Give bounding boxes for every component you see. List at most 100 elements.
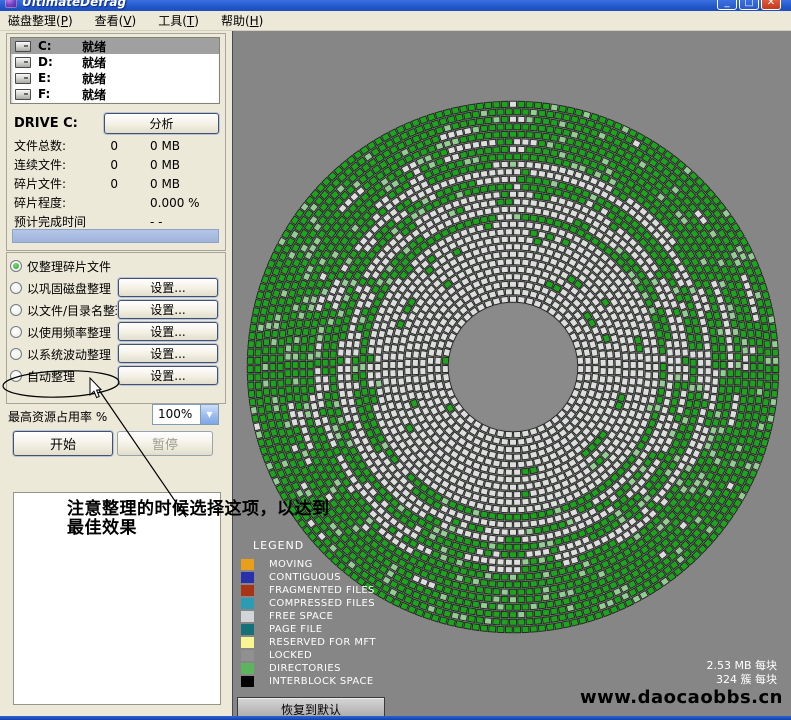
- drive-letter: E:: [38, 71, 82, 85]
- method-option-5[interactable]: 以系统波动整理设置...: [10, 343, 223, 365]
- drive-title: DRIVE C:: [14, 116, 78, 131]
- drive-icon: [15, 41, 31, 52]
- stat-size: 0 MB: [150, 139, 180, 153]
- resource-usage-value: 100%: [153, 405, 200, 424]
- legend-swatch-interblock-space: [241, 676, 254, 687]
- legend-row: PAGE FILE: [241, 623, 376, 636]
- legend-swatch-page-file: [241, 624, 254, 635]
- legend-swatch-fragmented-files: [241, 585, 254, 596]
- settings-button-6[interactable]: 设置...: [118, 366, 218, 385]
- resource-usage-label: 最高资源占用率 %: [8, 408, 107, 425]
- method-option-4[interactable]: 以使用频率整理设置...: [10, 321, 223, 343]
- legend-swatch-moving: [241, 559, 254, 570]
- legend-label: LOCKED: [269, 650, 312, 661]
- pause-button[interactable]: 暂停: [117, 431, 213, 456]
- watermark-text: www.daocaobbs.cn: [580, 687, 783, 708]
- legend-row: INTERBLOCK SPACE: [241, 675, 376, 688]
- legend-row: MOVING: [241, 558, 376, 571]
- method-option-label: 仅整理碎片文件: [27, 258, 111, 275]
- titlebar: UltimateDefrag: [0, 0, 791, 11]
- method-option-1[interactable]: 仅整理碎片文件: [10, 255, 223, 277]
- legend-row: DIRECTORIES: [241, 662, 376, 675]
- settings-button-5[interactable]: 设置...: [118, 344, 218, 363]
- legend-row: RESERVED FOR MFT: [241, 636, 376, 649]
- chevron-down-icon[interactable]: ▼: [200, 405, 218, 424]
- legend-row: CONTIGUOUS: [241, 571, 376, 584]
- ultimatedefrag-window: { "window": { "title": "UltimateDefrag" …: [0, 0, 791, 720]
- close-button[interactable]: ✕: [761, 0, 781, 10]
- minimize-button[interactable]: _: [717, 0, 737, 10]
- resource-usage-combobox[interactable]: 100% ▼: [152, 404, 219, 425]
- menu-tools[interactable]: 工具(T): [158, 12, 199, 29]
- stat-row: 碎片程度:0.000 %: [14, 193, 220, 212]
- legend-row: FRAGMENTED FILES: [241, 584, 376, 597]
- stat-size: 0.000 %: [150, 196, 200, 210]
- legend-swatch-free-space: [241, 611, 254, 622]
- drive-status: 就绪: [82, 86, 106, 103]
- menu-disk-defrag[interactable]: 磁盘整理(P): [8, 12, 73, 29]
- drive-status: 就绪: [82, 54, 106, 71]
- radio-button[interactable]: [10, 260, 22, 272]
- legend-label: MOVING: [269, 559, 313, 570]
- defrag-method-options: 仅整理碎片文件以巩固磁盘整理设置...以文件/目录名整理设置...以使用频率整理…: [10, 255, 223, 387]
- disk-panel: LEGEND MOVING CONTIGUOUS FRAGMENTED FILESC…: [232, 30, 791, 716]
- drive-letter: D:: [38, 55, 82, 69]
- stat-size: 0 MB: [150, 158, 180, 172]
- legend-swatch-compressed-files: [241, 598, 254, 609]
- drive-row-c[interactable]: C:就绪: [11, 38, 219, 54]
- restore-defaults-button[interactable]: 恢复到默认: [237, 697, 385, 716]
- start-button[interactable]: 开始: [13, 431, 113, 456]
- drive-icon: [15, 73, 31, 84]
- method-option-label: 以使用频率整理: [27, 324, 111, 341]
- settings-button-2[interactable]: 设置...: [118, 278, 218, 297]
- radio-button[interactable]: [10, 348, 22, 360]
- drive-status: 就绪: [82, 38, 106, 55]
- drive-listbox[interactable]: C:就绪D:就绪E:就绪F:就绪: [10, 37, 220, 104]
- radio-button[interactable]: [10, 370, 22, 382]
- app-icon: [5, 0, 17, 8]
- drive-row-e[interactable]: E:就绪: [11, 70, 219, 86]
- menu-help[interactable]: 帮助(H): [221, 12, 263, 29]
- legend-label: FREE SPACE: [269, 611, 333, 622]
- stat-row: 文件总数:00 MB: [14, 136, 220, 155]
- legend: LEGEND MOVING CONTIGUOUS FRAGMENTED FILESC…: [241, 539, 376, 688]
- method-option-label: 以巩固磁盘整理: [27, 280, 111, 297]
- stat-label: 文件总数:: [14, 137, 102, 154]
- method-option-2[interactable]: 以巩固磁盘整理设置...: [10, 277, 223, 299]
- analyze-button[interactable]: 分析: [104, 113, 219, 134]
- drive-icon: [15, 89, 31, 100]
- annotation-line-1: 注意整理的时候选择这项，以达到: [67, 500, 367, 519]
- legend-label: FRAGMENTED FILES: [269, 585, 375, 596]
- drive-letter: F:: [38, 87, 82, 101]
- legend-row: LOCKED: [241, 649, 376, 662]
- stat-label: 预计完成时间: [14, 213, 102, 230]
- radio-button[interactable]: [10, 304, 22, 316]
- window-title: UltimateDefrag: [22, 0, 126, 9]
- drive-row-f[interactable]: F:就绪: [11, 86, 219, 102]
- drive-status: 就绪: [82, 70, 106, 87]
- stat-size: - -: [150, 215, 162, 229]
- radio-button[interactable]: [10, 326, 22, 338]
- menu-view[interactable]: 查看(V): [95, 12, 137, 29]
- window-bottom-border: [0, 716, 791, 720]
- settings-button-3[interactable]: 设置...: [118, 300, 218, 319]
- radio-button[interactable]: [10, 282, 22, 294]
- cluster-size-text: 324 簇 每块: [706, 673, 777, 687]
- drive-row-d[interactable]: D:就绪: [11, 54, 219, 70]
- menubar: 磁盘整理(P) 查看(V) 工具(T) 帮助(H): [0, 11, 791, 31]
- method-option-6[interactable]: 自动整理设置...: [10, 365, 223, 387]
- legend-label: RESERVED FOR MFT: [269, 637, 376, 648]
- legend-label: CONTIGUOUS: [269, 572, 341, 583]
- drive-icon: [15, 57, 31, 68]
- legend-title: LEGEND: [253, 539, 376, 552]
- method-option-3[interactable]: 以文件/目录名整理设置...: [10, 299, 223, 321]
- method-option-label: 以系统波动整理: [27, 346, 111, 363]
- maximize-button[interactable]: □: [739, 0, 759, 10]
- legend-row: COMPRESSED FILES: [241, 597, 376, 610]
- settings-button-4[interactable]: 设置...: [118, 322, 218, 341]
- legend-row: FREE SPACE: [241, 610, 376, 623]
- drive-letter: C:: [38, 39, 82, 53]
- legend-label: PAGE FILE: [269, 624, 323, 635]
- legend-swatch-reserved-for-mft: [241, 637, 254, 648]
- drive-stats: 文件总数:00 MB连续文件:00 MB碎片文件:00 MB碎片程度:0.000…: [14, 136, 220, 231]
